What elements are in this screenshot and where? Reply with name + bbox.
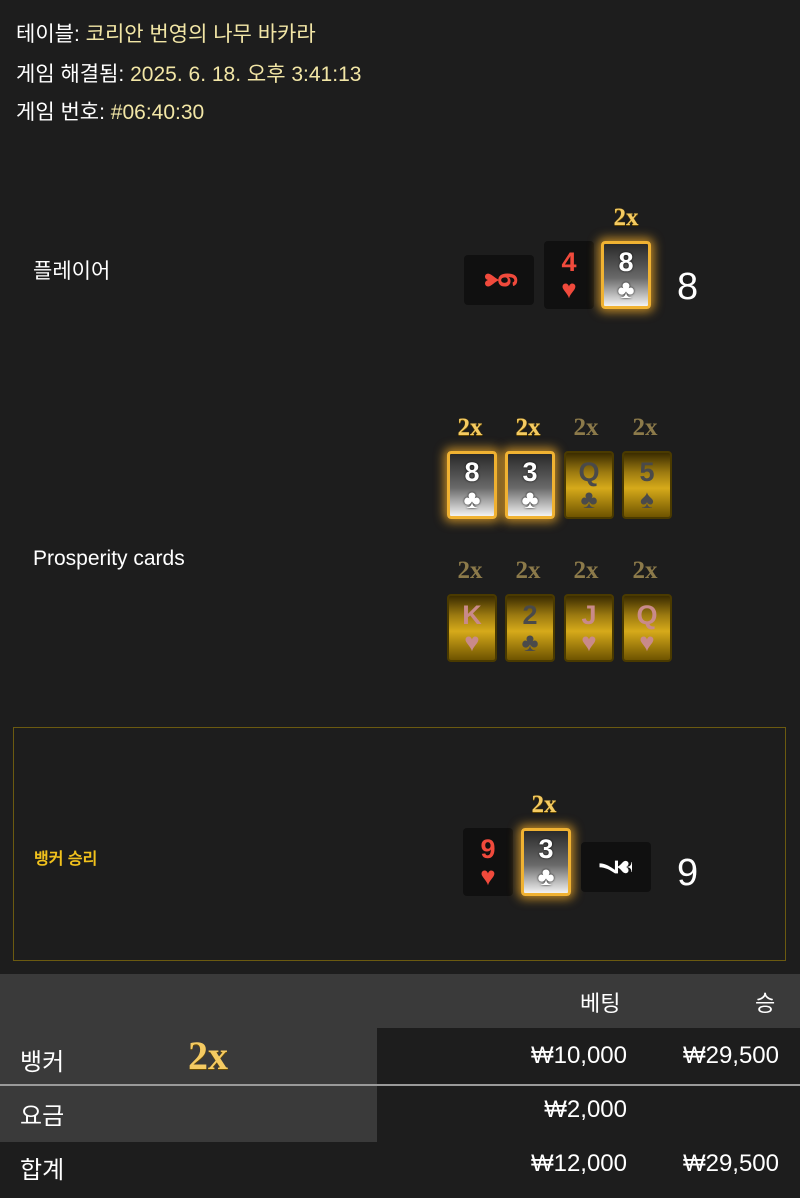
card-rank: K bbox=[462, 600, 482, 630]
card-rank: 8 bbox=[618, 247, 634, 277]
card-rank: 5 bbox=[639, 457, 655, 487]
prosperity-multiplier: 2x bbox=[573, 414, 599, 441]
win-column-header: 승 bbox=[755, 991, 776, 1016]
card-rank: 4 bbox=[561, 247, 577, 277]
prosperity-card: K ♥ bbox=[447, 594, 497, 662]
banker-total: 9 bbox=[677, 852, 699, 894]
card-rank: Q bbox=[578, 457, 600, 487]
player-label: 플레이어 bbox=[33, 260, 111, 283]
card-rank: 8 bbox=[464, 457, 480, 487]
card-rank: 3 bbox=[522, 457, 538, 487]
card-suit-icon: ♥ bbox=[464, 627, 480, 657]
bets-table-header: 베팅 승 bbox=[0, 974, 800, 1028]
card-rank: 9 bbox=[480, 834, 496, 864]
bets-table: 베팅 승 뱅커 2x ₩10,000 ₩29,500 요금 ₩2,000 합계 … bbox=[0, 974, 800, 1198]
bet-amount: ₩2,000 bbox=[544, 1096, 627, 1123]
player-card-3-multiplier: 2x bbox=[613, 204, 639, 231]
banker-card-2: 3 ♣ bbox=[521, 828, 571, 896]
prosperity-multiplier: 2x bbox=[632, 557, 658, 584]
prosperity-multiplier: 2x bbox=[457, 414, 483, 441]
resolved-value: 2025. 6. 18. 오후 3:41:13 bbox=[130, 63, 362, 86]
total-label: 합계 bbox=[20, 1157, 65, 1184]
card-rank: 2 bbox=[522, 600, 538, 630]
banker-card-1: 9 ♥ bbox=[463, 828, 513, 896]
prosperity-card: Q ♣ bbox=[564, 451, 614, 519]
prosperity-multiplier: 2x bbox=[515, 557, 541, 584]
banker-card-3: 7 ♠ bbox=[581, 842, 651, 892]
card-suit-icon: ♣ bbox=[463, 484, 481, 514]
card-rank: 3 bbox=[538, 834, 554, 864]
card-rank: 6 bbox=[492, 272, 523, 288]
prosperity-card: J ♥ bbox=[564, 594, 614, 662]
player-card-2: 4 ♥ bbox=[544, 241, 594, 309]
prosperity-card: 8 ♣ bbox=[447, 451, 497, 519]
card-suit-icon: ♥ bbox=[561, 274, 577, 304]
card-rank: J bbox=[581, 600, 597, 630]
card-rank: Q bbox=[636, 600, 658, 630]
table-name: 테이블: 코리안 번영의 나무 바카라 bbox=[16, 18, 316, 48]
prosperity-multiplier: 2x bbox=[632, 414, 658, 441]
bet-name: 뱅커 bbox=[20, 1049, 65, 1076]
player-card-1: ♥ 6 bbox=[464, 255, 534, 305]
card-suit-icon: ♣ bbox=[521, 484, 539, 514]
prosperity-card: 5 ♠ bbox=[622, 451, 672, 519]
bet-amount: ₩10,000 bbox=[530, 1042, 627, 1069]
player-total: 8 bbox=[677, 266, 699, 308]
card-suit-icon: ♥ bbox=[639, 627, 655, 657]
card-suit-icon: ♠ bbox=[607, 860, 638, 874]
banker-card-2-multiplier: 2x bbox=[531, 791, 557, 818]
total-win-amount: ₩29,500 bbox=[682, 1150, 779, 1177]
prosperity-multiplier: 2x bbox=[457, 557, 483, 584]
round-label: 게임 번호: bbox=[16, 101, 105, 124]
card-suit-icon: ♠ bbox=[640, 484, 654, 514]
card-suit-icon: ♣ bbox=[580, 484, 598, 514]
banker-win-label: 뱅커 승리 bbox=[34, 851, 98, 868]
bets-table-total-row: 합계 ₩12,000 ₩29,500 bbox=[0, 1142, 800, 1198]
card-suit-icon: ♣ bbox=[617, 274, 635, 304]
player-card-3: 8 ♣ bbox=[601, 241, 651, 309]
prosperity-card: Q ♥ bbox=[622, 594, 672, 662]
prosperity-card: 3 ♣ bbox=[505, 451, 555, 519]
total-bet-amount: ₩12,000 bbox=[530, 1150, 627, 1177]
bet-name: 요금 bbox=[20, 1103, 65, 1130]
table-value: 코리안 번영의 나무 바카라 bbox=[85, 23, 316, 46]
prosperity-card: 2 ♣ bbox=[505, 594, 555, 662]
prosperity-multiplier: 2x bbox=[573, 557, 599, 584]
card-suit-icon: ♣ bbox=[521, 627, 539, 657]
bets-table-row: 뱅커 2x ₩10,000 ₩29,500 bbox=[0, 1028, 800, 1084]
bets-table-row: 요금 ₩2,000 bbox=[0, 1084, 800, 1142]
resolved-time: 게임 해결됨: 2025. 6. 18. 오후 3:41:13 bbox=[16, 58, 361, 88]
card-suit-icon: ♥ bbox=[480, 861, 496, 891]
win-amount: ₩29,500 bbox=[682, 1042, 779, 1069]
table-label: 테이블: bbox=[16, 23, 80, 46]
round-id: 게임 번호: #06:40:30 bbox=[16, 96, 204, 126]
prosperity-multiplier: 2x bbox=[515, 414, 541, 441]
bet-multiplier: 2x bbox=[188, 1033, 228, 1078]
card-suit-icon: ♣ bbox=[537, 861, 555, 891]
round-value: #06:40:30 bbox=[110, 101, 205, 124]
card-suit-icon: ♥ bbox=[581, 627, 597, 657]
resolved-label: 게임 해결됨: bbox=[16, 63, 125, 86]
banker-winner-box bbox=[13, 727, 786, 961]
bet-column-header: 베팅 bbox=[580, 991, 621, 1016]
prosperity-label: Prosperity cards bbox=[33, 547, 185, 570]
